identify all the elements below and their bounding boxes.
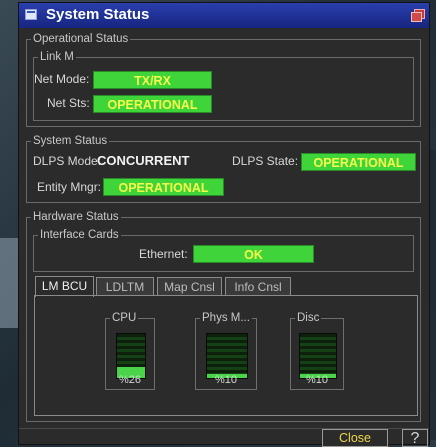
system-status-label: System Status: [31, 134, 110, 148]
entity-mngr-value: OPERATIONAL: [103, 178, 224, 196]
help-button[interactable]: ?: [402, 429, 428, 447]
dlps-state-label: DLPS State:: [232, 154, 299, 168]
link-m-label: Link M: [38, 50, 76, 64]
interface-cards-group: Interface Cards Ethernet: OK: [33, 228, 414, 272]
ethernet-label: Ethernet:: [139, 247, 188, 261]
close-button[interactable]: Close: [322, 429, 388, 447]
net-sts-label: Net Sts:: [47, 96, 90, 110]
cpu-percent: %26: [118, 374, 142, 386]
phys-mem-meter: [206, 333, 248, 379]
entity-mngr-label: Entity Mngr:: [37, 180, 102, 194]
system-status-group: System Status DLPS Mode: CONCURRENT DLPS…: [26, 134, 421, 203]
operational-status-group: Operational Status Link M Net Mode: TX/R…: [26, 32, 421, 127]
hardware-status-label: Hardware Status: [31, 210, 121, 224]
tab-map-cnsl[interactable]: Map Cnsl: [157, 277, 222, 296]
operational-status-label: Operational Status: [31, 32, 131, 46]
system-status-window: System Status Operational Status Link M …: [18, 2, 430, 447]
tab-ldltm[interactable]: LDLTM: [96, 277, 154, 296]
tab-lm-bcu[interactable]: LM BCU: [35, 276, 94, 297]
footer-bar: Close ?: [19, 428, 429, 447]
dlps-mode-value: CONCURRENT: [97, 153, 190, 168]
title-bar[interactable]: System Status: [19, 3, 429, 28]
tab-info-cnsl[interactable]: Info Cnsl: [225, 277, 291, 296]
cpu-meter: [116, 333, 146, 379]
window-title: System Status: [46, 6, 150, 23]
disc-gauge-label: Disc: [295, 311, 322, 325]
phys-mem-gauge-label: Phys M...: [200, 311, 252, 325]
tab-panel-lm-bcu: CPU %26 Phys M... %10 Disc %10: [34, 295, 418, 416]
dlps-state-value: OPERATIONAL: [301, 153, 416, 171]
window-icon: [25, 9, 37, 20]
dlps-mode-label: DLPS Mode:: [33, 154, 102, 168]
net-sts-value: OPERATIONAL: [93, 95, 212, 113]
link-m-group: Link M Net Mode: TX/RX Net Sts: OPERATIO…: [33, 50, 414, 121]
disc-percent: %10: [305, 374, 329, 386]
cpu-gauge-label: CPU: [110, 311, 139, 325]
phys-mem-percent: %10: [214, 374, 238, 386]
net-mode-value: TX/RX: [93, 71, 212, 89]
ethernet-value: OK: [193, 245, 314, 263]
restore-window-icon[interactable]: [411, 9, 425, 22]
net-mode-label: Net Mode:: [34, 72, 90, 86]
interface-cards-label: Interface Cards: [38, 228, 121, 242]
disc-meter: [299, 333, 337, 379]
